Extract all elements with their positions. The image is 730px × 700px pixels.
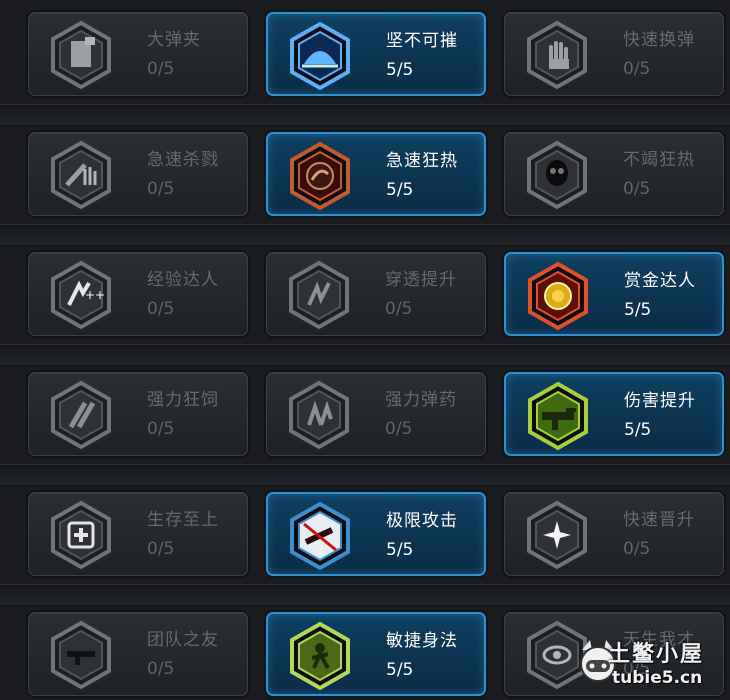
coin-icon [522,260,594,332]
watermark-title: 土鳖小屋 [608,642,705,667]
skill-level: 0/5 [147,539,175,559]
skill-card[interactable]: 赏金达人 5/5 [504,252,724,336]
skill-level: 5/5 [386,660,414,680]
skill-level: 0/5 [147,419,175,439]
skill-level: 0/5 [385,299,413,319]
skill-name: 坚不可摧 [386,31,458,51]
star-burst-icon [521,499,593,571]
skill-level: 0/5 [147,59,175,79]
skill-card[interactable]: 急速狂热 5/5 [266,132,486,216]
skill-level: 5/5 [624,420,652,440]
skill-card[interactable]: 坚不可摧 5/5 [266,12,486,96]
team-rifle-icon [45,619,117,691]
skill-level: 0/5 [147,659,175,679]
skill-grid: 大弹夹 0/5 坚不可摧 5/5 快速换弹 0/5 急速杀戮 0/5 急速狂热 5/5 不竭狂热 0/… [0,0,730,700]
skill-name: 不竭狂热 [623,150,695,170]
agile-soldier-icon [284,620,356,692]
skill-level: 5/5 [386,180,414,200]
skill-level: 5/5 [386,540,414,560]
skill-card[interactable]: 快速换弹 0/5 [504,12,724,96]
experience-icon: ++ [45,259,117,331]
rifle-icon [522,380,594,452]
skill-level: 0/5 [147,299,175,319]
skill-name: 大弹夹 [147,30,201,50]
skill-name: 极限攻击 [386,511,458,531]
skill-card[interactable]: 急速杀戮 0/5 [28,132,248,216]
skill-level: 0/5 [623,539,651,559]
power-ammo-icon [283,379,355,451]
skill-level: 0/5 [623,59,651,79]
hand-icon [521,19,593,91]
skill-name: 赏金达人 [624,271,696,291]
skill-name: 快速晋升 [623,510,695,530]
skill-name: 团队之友 [147,630,219,650]
skill-card[interactable]: ++ 经验达人 0/5 [28,252,248,336]
skill-name: 生存至上 [147,510,219,530]
skill-name: 伤害提升 [624,391,696,411]
skill-level: 0/5 [147,179,175,199]
watermark-url: tubie5.cn [612,668,703,688]
skill-name: 急速狂热 [386,151,458,171]
skill-level: 5/5 [386,60,414,80]
skill-name: 强力弹药 [385,390,457,410]
skill-card[interactable]: 敏捷身法 5/5 [266,612,486,696]
hand-knife-icon [45,139,117,211]
skill-name: 经验达人 [147,270,219,290]
skill-card[interactable]: 强力狂饲 0/5 [28,372,248,456]
skill-name: 急速杀戮 [147,150,219,170]
skill-level: 0/5 [623,179,651,199]
helmet-icon [284,20,356,92]
medkit-icon [45,499,117,571]
skill-card[interactable]: 极限攻击 5/5 [266,492,486,576]
penetration-icon [283,259,355,331]
watermark: 土鳖小屋 tubie5.cn [574,634,724,696]
fist-icon [284,140,356,212]
skill-card[interactable]: 不竭狂热 0/5 [504,132,724,216]
magazine-icon [45,19,117,91]
skill-card[interactable]: 快速晋升 0/5 [504,492,724,576]
skill-card[interactable]: 穿透提升 0/5 [266,252,486,336]
skill-name: 穿透提升 [385,270,457,290]
skill-card[interactable]: 强力弹药 0/5 [266,372,486,456]
skill-card[interactable]: 大弹夹 0/5 [28,12,248,96]
skill-name: 快速换弹 [623,30,695,50]
soldier-attack-icon [284,500,356,572]
skull-icon [521,139,593,211]
skill-level: 0/5 [385,419,413,439]
skill-card[interactable]: 伤害提升 5/5 [504,372,724,456]
power-frenzy-icon [45,379,117,451]
skill-card[interactable]: 团队之友 0/5 [28,612,248,696]
skill-level: 5/5 [624,300,652,320]
skill-card[interactable]: 生存至上 0/5 [28,492,248,576]
svg-text:++: ++ [85,288,105,302]
skill-name: 敏捷身法 [386,631,458,651]
skill-name: 强力狂饲 [147,390,219,410]
